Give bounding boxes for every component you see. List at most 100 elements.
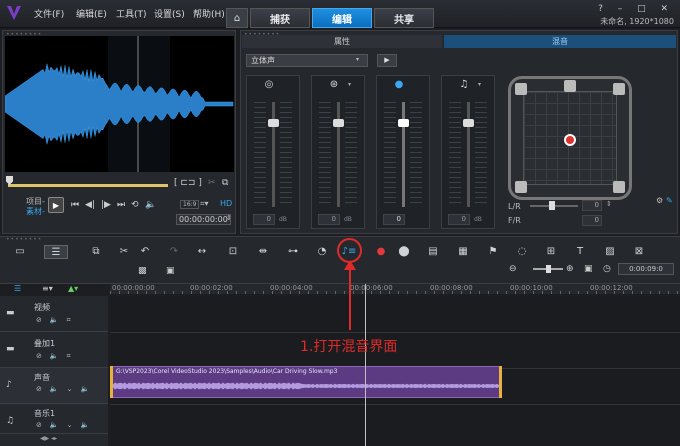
clip-handle-right[interactable]	[499, 366, 502, 398]
fader-track[interactable]	[337, 102, 340, 207]
track-scroll-icon[interactable]: ◀▶ ◂▸	[40, 435, 57, 442]
split-icon[interactable]: ⇹	[255, 245, 271, 259]
volume-icon[interactable]: 🔈	[145, 200, 156, 210]
home-icon[interactable]: ⌂	[226, 8, 248, 28]
transition-icon[interactable]: ⊠	[631, 245, 647, 259]
trim-marks-icon[interactable]: [ ⊏⊐ ]	[174, 178, 202, 188]
mode-clip[interactable]: 素材-	[26, 206, 45, 217]
motion-icon[interactable]: ⬤	[396, 245, 412, 259]
menu-help[interactable]: 帮助(H)	[193, 7, 225, 20]
menu-tools[interactable]: 工具(T)	[116, 7, 147, 20]
tab-capture[interactable]: 捕获	[250, 8, 310, 28]
gif-icon[interactable]: ▣	[166, 266, 175, 276]
player-timecode[interactable]: 00:00:00:00	[176, 214, 231, 225]
lr-slider-knob[interactable]	[549, 201, 555, 210]
chevron-down-icon[interactable]: ▾	[478, 81, 481, 88]
channel-value[interactable]: 0	[448, 214, 470, 225]
channel-value[interactable]: 0	[383, 214, 405, 225]
clip-handle-left[interactable]	[110, 366, 113, 398]
go-end-icon[interactable]: ⏭	[117, 200, 125, 210]
fader-knob[interactable]	[463, 119, 474, 127]
go-start-icon[interactable]: ⏮	[71, 200, 79, 210]
enlarge-icon[interactable]: ⧉	[222, 178, 228, 188]
scrub-bar[interactable]	[8, 184, 168, 187]
channel-value[interactable]: 0	[318, 214, 340, 225]
stereo-select[interactable]: 立体声	[246, 54, 368, 67]
zoom-slider-knob[interactable]	[546, 265, 551, 273]
window-controls[interactable]: ? – □ ✕	[598, 4, 674, 14]
fader-knob[interactable]	[398, 119, 409, 127]
channel-value[interactable]: 0	[253, 214, 275, 225]
auto-music-icon[interactable]: ◔	[314, 245, 330, 259]
toolbar-timecode[interactable]: 0:00:09:0	[618, 263, 674, 275]
tab-share[interactable]: 共享	[374, 8, 434, 28]
tab-properties[interactable]: 属性	[242, 35, 442, 48]
chapter-icon[interactable]: ≡▾	[42, 284, 53, 293]
lr-value[interactable]: 0	[582, 200, 602, 211]
timeline-view-icon[interactable]: ☰	[44, 245, 68, 259]
track-controls[interactable]: ⊘🔈⌗	[36, 352, 79, 361]
track-controls[interactable]: ⊘🔈⌗	[36, 316, 79, 325]
multi-camera-icon[interactable]: ▦	[455, 245, 471, 259]
subtitle-icon[interactable]: ▤	[425, 245, 441, 259]
redo-icon[interactable]: ↷	[166, 245, 182, 259]
timecode-spin-icon[interactable]: ⇕	[226, 214, 232, 222]
track-header-overlay: ▬ 叠加1 ⊘🔈⌗	[0, 332, 108, 368]
add-track-icon[interactable]: ⧉	[88, 245, 104, 259]
tab-mixing[interactable]: 混音	[444, 35, 676, 48]
menu-edit[interactable]: 编辑(E)	[76, 7, 107, 20]
chevron-down-icon[interactable]: ▾	[348, 81, 351, 88]
prev-frame-icon[interactable]: ◀|	[85, 200, 95, 210]
edit-icon[interactable]: ✎	[666, 196, 673, 205]
motion-tracking-icon[interactable]: ⚑	[485, 245, 501, 259]
fader-knob[interactable]	[333, 119, 344, 127]
track-controls[interactable]: ⊘🔈⌄🔈	[36, 385, 97, 393]
storyboard-view-icon[interactable]: ▭	[12, 245, 28, 259]
trim-icon[interactable]: ⊶	[285, 245, 301, 259]
tools-icon[interactable]: ✂	[116, 245, 132, 259]
pan-position-marker[interactable]	[564, 134, 576, 146]
menu-file[interactable]: 文件(F)	[34, 7, 64, 20]
video-track-audio-icon[interactable]: ⊛	[326, 79, 342, 93]
tab-edit[interactable]: 编辑	[312, 8, 372, 28]
fader-track[interactable]	[402, 102, 405, 207]
fr-value[interactable]: 0	[582, 215, 602, 226]
track-controls[interactable]: ⊘🔈⌄🔈	[36, 421, 97, 429]
record-icon[interactable]: ●	[373, 245, 389, 259]
ripple-icon[interactable]: ▲▾	[68, 284, 78, 293]
fader-knob[interactable]	[268, 119, 279, 127]
surround-field[interactable]	[508, 76, 632, 200]
undo-icon[interactable]: ↶	[137, 245, 153, 259]
repeat-icon[interactable]: ⟲	[131, 200, 139, 210]
mask-icon[interactable]: ⊞	[543, 245, 559, 259]
fit-icon[interactable]: ↔	[194, 245, 210, 259]
playhead[interactable]	[365, 284, 366, 446]
crop-icon[interactable]: ⌗▾	[200, 199, 209, 209]
toolbar-grip-icon[interactable]: ••••••••	[6, 236, 42, 243]
settings-icon[interactable]: ⚙	[656, 196, 663, 205]
record-capture-icon[interactable]: ⊡	[225, 245, 241, 259]
color-grading-icon[interactable]: ▨	[602, 245, 618, 259]
track-manager-icon[interactable]: ☰	[14, 284, 21, 293]
menu-settings[interactable]: 设置(S)	[154, 7, 185, 20]
fx-icon[interactable]: ▩	[138, 266, 147, 276]
play-button[interactable]: ▶	[48, 197, 64, 213]
fader-track[interactable]	[467, 102, 470, 207]
lr-spin-icon[interactable]: ⇕	[606, 200, 612, 208]
cut-icon[interactable]: ✂	[208, 178, 216, 188]
audio-clip[interactable]: G:\VSP2023\Corel VideoStudio 2023\Sample…	[112, 366, 500, 398]
fr-label: F/R	[508, 216, 521, 225]
music-note-icon[interactable]: ♫	[456, 79, 472, 93]
voice-track-icon[interactable]: ●	[391, 79, 407, 93]
aspect-ratio-button[interactable]: 16:9	[180, 200, 200, 209]
zoom-out-icon[interactable]: ⊖	[509, 264, 517, 274]
mixer-play-button[interactable]: ▶	[377, 54, 397, 67]
path-icon[interactable]: ◌	[514, 245, 530, 259]
ruler-tick-label: 00:00:06:00	[350, 284, 393, 292]
surround-icon[interactable]: ◎	[261, 79, 277, 93]
fader-track[interactable]	[272, 102, 275, 207]
zoom-in-icon[interactable]: ⊕	[566, 264, 574, 274]
next-frame-icon[interactable]: |▶	[101, 200, 111, 210]
title-icon[interactable]: T	[572, 245, 588, 259]
fit-project-icon[interactable]: ▣	[584, 264, 593, 274]
